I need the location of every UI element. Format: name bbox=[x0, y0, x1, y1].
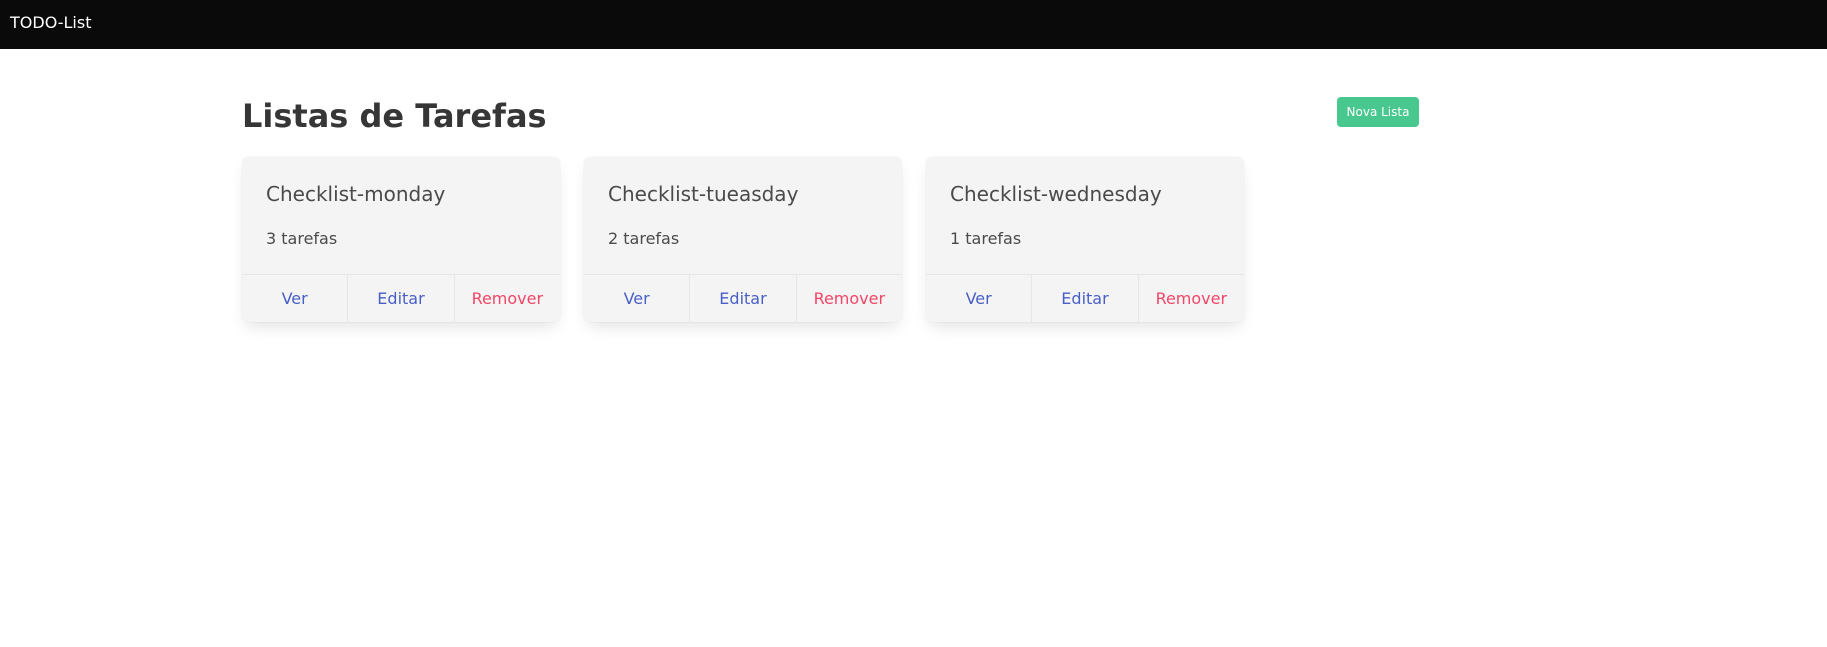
list-card-task-count: 1 tarefas bbox=[950, 229, 1022, 248]
list-card-footer: Ver Editar Remover bbox=[584, 274, 902, 322]
remove-list-button[interactable]: Remover bbox=[795, 275, 902, 322]
list-card-footer: Ver Editar Remover bbox=[926, 274, 1244, 322]
view-list-button[interactable]: Ver bbox=[242, 275, 347, 322]
list-card-wednesday: Checklist-wednesday 1 tarefas Ver Editar… bbox=[926, 157, 1244, 322]
remove-list-button[interactable]: Remover bbox=[1137, 275, 1244, 322]
list-card-monday: Checklist-monday 3 tarefas Ver Editar Re… bbox=[242, 157, 560, 322]
remove-list-button[interactable]: Remover bbox=[453, 275, 560, 322]
list-card-title: Checklist-tueasday bbox=[608, 182, 799, 206]
edit-list-button[interactable]: Editar bbox=[689, 275, 795, 322]
list-card-task-count: 3 tarefas bbox=[266, 229, 338, 248]
list-card-tueasday: Checklist-tueasday 2 tarefas Ver Editar … bbox=[584, 157, 902, 322]
edit-list-button[interactable]: Editar bbox=[347, 275, 453, 322]
top-navbar: TODO-List bbox=[0, 0, 1827, 49]
list-card-footer: Ver Editar Remover bbox=[242, 274, 560, 322]
list-card-task-count: 2 tarefas bbox=[608, 229, 680, 248]
edit-list-button[interactable]: Editar bbox=[1031, 275, 1137, 322]
list-card-title: Checklist-monday bbox=[266, 182, 446, 206]
list-card-title: Checklist-wednesday bbox=[950, 182, 1162, 206]
view-list-button[interactable]: Ver bbox=[926, 275, 1031, 322]
view-list-button[interactable]: Ver bbox=[584, 275, 689, 322]
new-list-button[interactable]: Nova Lista bbox=[1337, 97, 1419, 127]
page-title: Listas de Tarefas bbox=[242, 97, 547, 135]
brand-link[interactable]: TODO-List bbox=[10, 13, 91, 33]
